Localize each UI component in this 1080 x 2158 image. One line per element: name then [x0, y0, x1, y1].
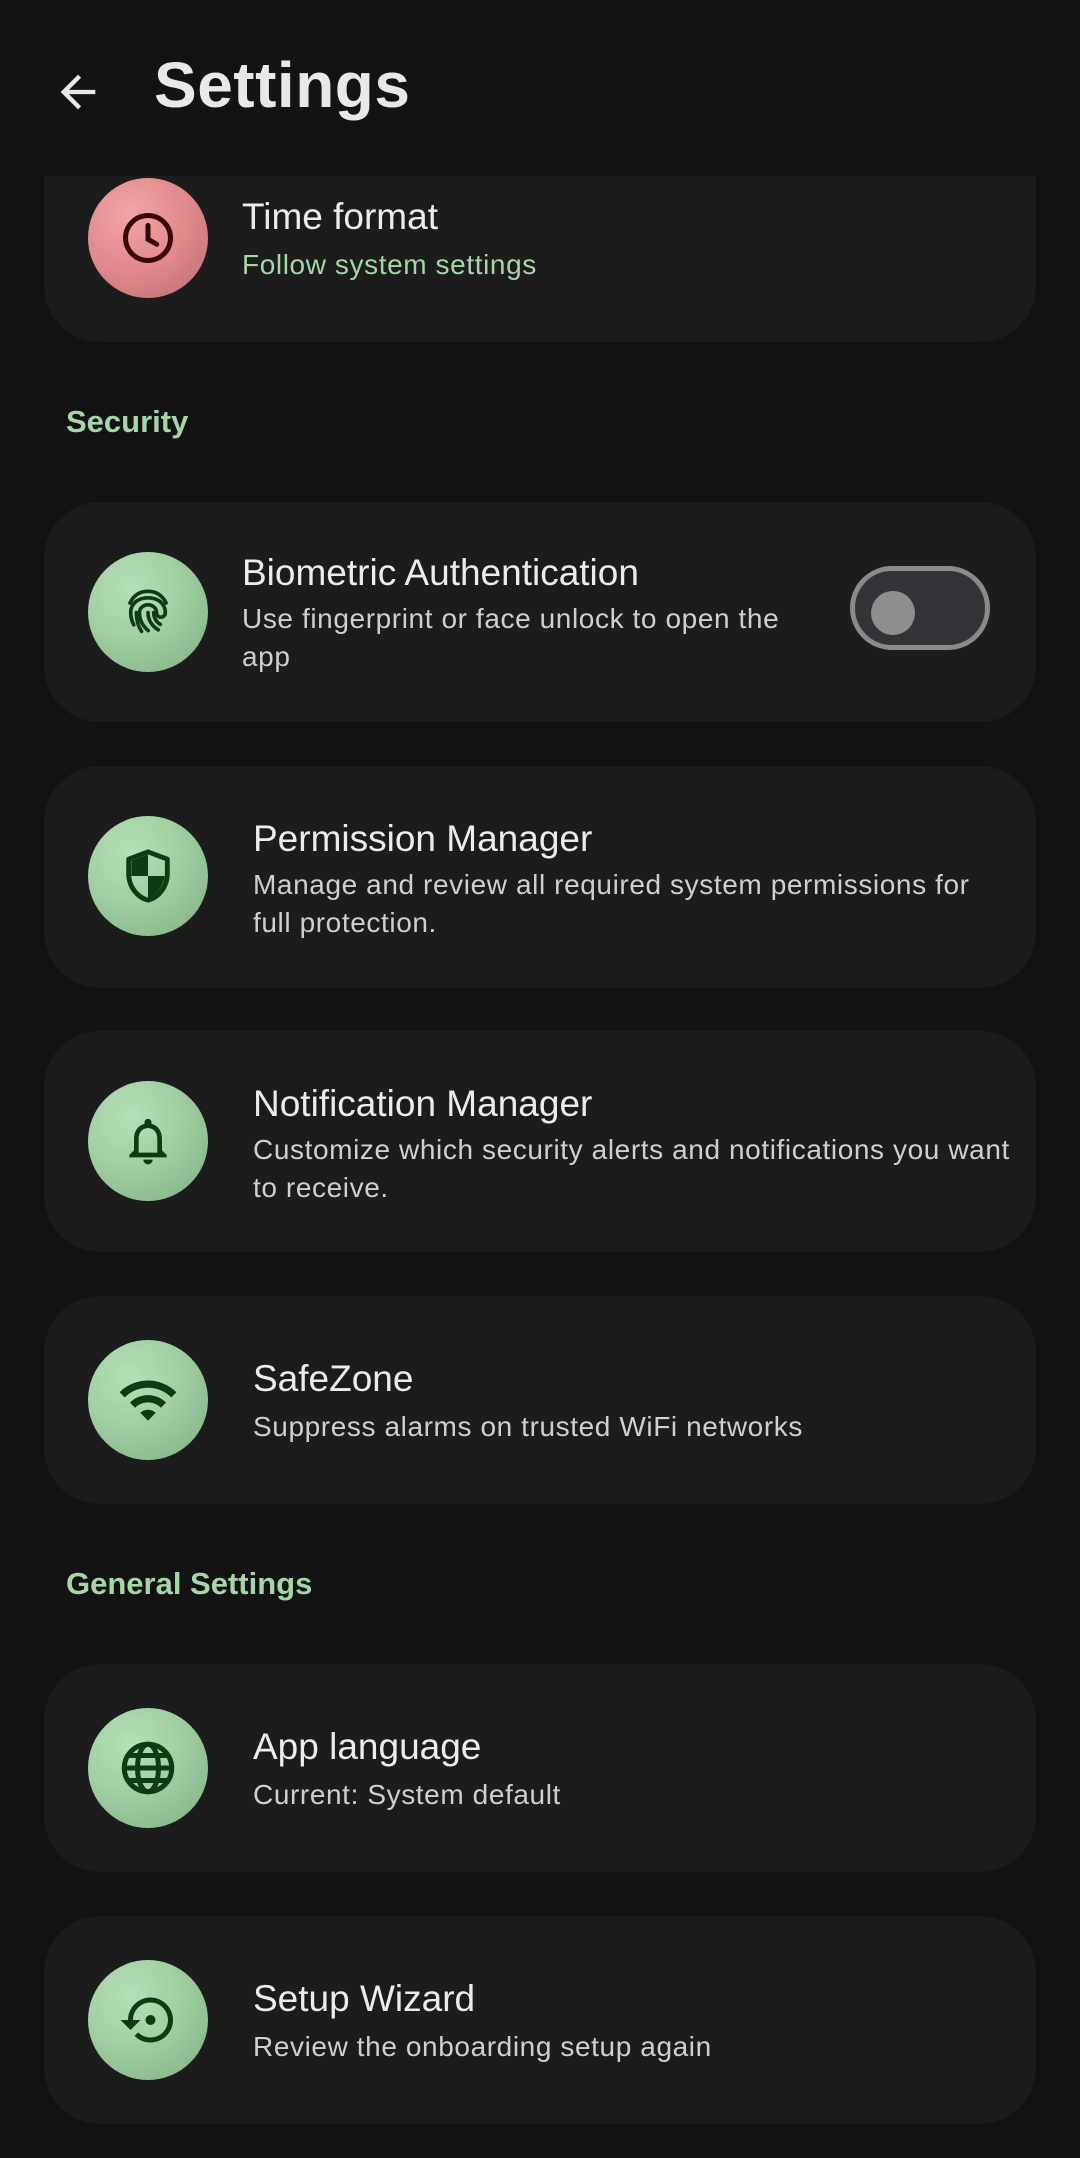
permission-manager-card[interactable]: Permission Manager Manage and review all…: [44, 766, 1036, 988]
wizard-title: Setup Wizard: [253, 1978, 476, 2019]
setup-wizard-card[interactable]: Setup Wizard Review the onboarding setup…: [44, 1916, 1036, 2124]
page-title: Settings: [154, 49, 411, 121]
fingerprint-icon: [128, 589, 168, 634]
language-subtitle: Current: System default: [253, 1779, 561, 1810]
biometric-title: Biometric Authentication: [242, 552, 639, 593]
time-format-subtitle: Follow system settings: [242, 249, 537, 280]
notification-icon-badge: [88, 1081, 208, 1201]
wizard-subtitle: Review the onboarding setup again: [253, 2031, 712, 2062]
biometric-toggle[interactable]: [850, 566, 990, 650]
permission-title: Permission Manager: [253, 818, 593, 859]
wifi-icon: [119, 1380, 177, 1421]
app-language-card[interactable]: App language Current: System default: [44, 1664, 1036, 1872]
safezone-title: SafeZone: [253, 1358, 414, 1399]
safezone-card[interactable]: SafeZone Suppress alarms on trusted WiFi…: [44, 1296, 1036, 1504]
time-format-icon-badge: [88, 178, 208, 298]
top-app-bar: Settings: [0, 0, 1080, 176]
permission-subtitle: Manage and review all required system pe…: [253, 869, 970, 938]
safezone-subtitle: Suppress alarms on trusted WiFi networks: [253, 1411, 803, 1442]
restart-icon: [120, 1997, 173, 2043]
back-button[interactable]: [44, 58, 112, 126]
language-icon-badge: [88, 1708, 208, 1828]
permission-icon-badge: [88, 816, 208, 936]
section-header-general: General Settings: [66, 1566, 313, 1601]
bell-icon: [129, 1118, 167, 1165]
biometric-card[interactable]: Biometric Authentication Use fingerprint…: [44, 502, 1036, 722]
notification-manager-card[interactable]: Notification Manager Customize which sec…: [44, 1031, 1036, 1252]
notification-title: Notification Manager: [253, 1083, 593, 1124]
biometric-icon-badge: [88, 552, 208, 672]
notification-subtitle: Customize which security alerts and noti…: [253, 1134, 1010, 1203]
toggle-knob: [871, 591, 915, 635]
shield-icon: [126, 849, 170, 903]
section-header-security: Security: [66, 404, 189, 439]
clock-icon: [123, 213, 173, 263]
globe-icon: [121, 1741, 175, 1795]
arrow-back-icon: [60, 74, 96, 110]
language-title: App language: [253, 1726, 482, 1767]
wizard-icon-badge: [88, 1960, 208, 2080]
safezone-icon-badge: [88, 1340, 208, 1460]
biometric-subtitle: Use fingerprint or face unlock to open t…: [242, 603, 780, 672]
time-format-title: Time format: [242, 196, 438, 237]
